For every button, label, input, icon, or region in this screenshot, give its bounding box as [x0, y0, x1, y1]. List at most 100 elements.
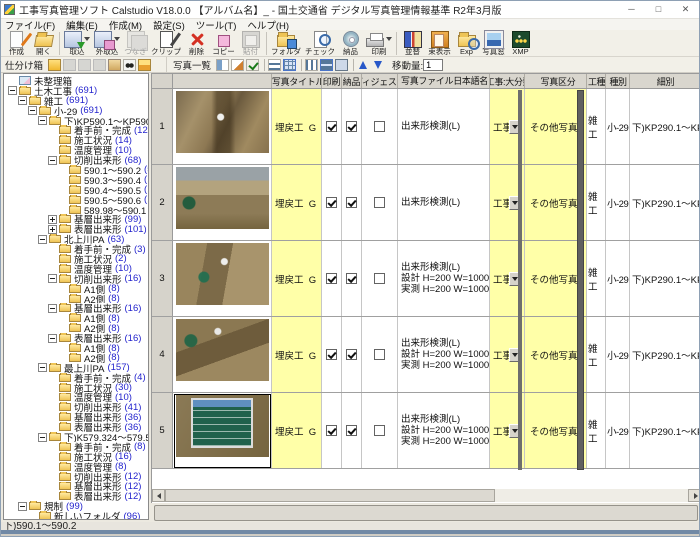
tree-item[interactable]: 北上川PA(63): [6, 234, 148, 244]
koushu-cell[interactable]: 雑工: [587, 393, 606, 468]
tree-item[interactable]: 着手前・完成(12): [6, 125, 148, 135]
collapse-icon[interactable]: [38, 433, 47, 442]
sort-button[interactable]: 並替: [399, 30, 426, 56]
import-button[interactable]: 取込: [62, 30, 92, 56]
shubetsu-cell[interactable]: 小-29: [606, 317, 630, 392]
tree-item[interactable]: 590.3～590.4(18): [6, 175, 148, 185]
filename-cell[interactable]: 出来形検測(L)設計 H=200 W=1000実測 H=200 W=1000: [398, 393, 490, 468]
collapse-icon[interactable]: [18, 502, 27, 511]
saibetsu-cell[interactable]: 下)KP290.1～KP290: [630, 165, 700, 240]
photo-list-icon[interactable]: [216, 59, 229, 71]
sort-az-icon[interactable]: [268, 59, 281, 71]
deliver-checkbox[interactable]: [346, 121, 357, 132]
move-up-icon[interactable]: [357, 59, 370, 71]
scrollbar-track[interactable]: [165, 489, 688, 502]
koushu-cell[interactable]: 雑工: [587, 89, 606, 164]
tree-item[interactable]: 最上川PA(157): [6, 363, 148, 373]
shubetsu-cell[interactable]: 小-29: [606, 165, 630, 240]
exp-button[interactable]: Exp: [453, 30, 480, 56]
tree-item[interactable]: A1側(8): [6, 313, 148, 323]
digest-checkbox[interactable]: [374, 425, 385, 436]
tree-item[interactable]: 切削出来形(41): [6, 402, 148, 412]
row-number[interactable]: 5: [152, 393, 173, 468]
tree-item[interactable]: A2側(8): [6, 323, 148, 333]
horizontal-scrollbar[interactable]: [152, 489, 700, 502]
sort-box-icon[interactable]: [138, 59, 151, 71]
ext-import-button[interactable]: 外取込: [92, 30, 122, 56]
check-button[interactable]: チェック: [303, 30, 337, 56]
tree-item[interactable]: 590.5～590.6(18): [6, 195, 148, 205]
tree-item[interactable]: 590.1～590.2(5): [6, 165, 148, 175]
deliver-button[interactable]: 納品: [337, 30, 364, 56]
tree-item[interactable]: 着手前・完成(8): [6, 442, 148, 452]
collapse-icon[interactable]: [8, 86, 17, 95]
koushu-cell[interactable]: 雑工: [587, 165, 606, 240]
saibetsu-cell[interactable]: 下)KP290.1～KP290: [630, 241, 700, 316]
dropdown-arrow-icon[interactable]: [84, 37, 90, 41]
tree-item[interactable]: 着手前・完成(3): [6, 244, 148, 254]
photo-title-cell[interactable]: 埋戻工 G: [272, 241, 322, 316]
shubetsu-cell[interactable]: 小-29: [606, 393, 630, 468]
filename-cell[interactable]: 出来形検測(L)設計 H=200 W=1000実測 H=200 W=1000: [398, 241, 490, 316]
check-photo-icon[interactable]: [246, 59, 259, 71]
tile-view-icon[interactable]: [320, 59, 333, 71]
tree-item[interactable]: 表層出来形(101): [6, 224, 148, 234]
photo-window-button[interactable]: 写真窓: [480, 30, 507, 56]
copy-button[interactable]: コピー: [210, 30, 237, 56]
tree-item[interactable]: A2側(8): [6, 294, 148, 304]
print-checkbox[interactable]: [326, 349, 337, 360]
collapse-icon[interactable]: [18, 96, 27, 105]
tree-item[interactable]: A1側(8): [6, 284, 148, 294]
deliver-checkbox[interactable]: [346, 425, 357, 436]
tree-item[interactable]: 切削出来形(16): [6, 274, 148, 284]
collapse-icon[interactable]: [38, 363, 47, 372]
collapse-icon[interactable]: [48, 156, 57, 165]
deliver-checkbox[interactable]: [346, 197, 357, 208]
tree-item[interactable]: 基層出来形(99): [6, 214, 148, 224]
tree-item[interactable]: 雑工(691): [6, 96, 148, 106]
list-view-icon[interactable]: [305, 59, 318, 71]
collapse-icon[interactable]: [48, 334, 57, 343]
tree-item[interactable]: 温度管理(10): [6, 264, 148, 274]
collapse-icon[interactable]: [38, 116, 47, 125]
folder-button[interactable]: フォルダ: [269, 30, 303, 56]
scrollbar-thumb[interactable]: [165, 489, 495, 502]
photo-thumbnail[interactable]: [176, 167, 269, 229]
print-checkbox[interactable]: [326, 273, 337, 284]
photo-title-cell[interactable]: 埋戻工 G: [272, 89, 322, 164]
filename-cell[interactable]: 出来形検測(L): [398, 89, 490, 164]
tree-item[interactable]: 基層出来形(12): [6, 482, 148, 492]
minimize-button[interactable]: ─: [618, 1, 645, 18]
row-number[interactable]: 3: [152, 241, 173, 316]
tree-item[interactable]: 施工状況(14): [6, 135, 148, 145]
tree-item[interactable]: 589.98～590.1(9): [6, 205, 148, 215]
open-box-icon[interactable]: [108, 59, 121, 71]
edit-photo-icon[interactable]: [231, 59, 244, 71]
tree-item[interactable]: A2側(8): [6, 353, 148, 363]
print-button[interactable]: 印刷: [364, 30, 394, 56]
deliver-checkbox[interactable]: [346, 349, 357, 360]
monitor-view-icon[interactable]: [335, 59, 348, 71]
tree-item[interactable]: 新しいフォルダ(96): [6, 511, 148, 520]
tree-item[interactable]: 温度管理(8): [6, 462, 148, 472]
print-checkbox[interactable]: [326, 425, 337, 436]
photo-thumbnail[interactable]: [176, 395, 269, 457]
tree-item[interactable]: 表層出来形(36): [6, 422, 148, 432]
tree-item[interactable]: 下)KP590.1～KP590.6(3): [6, 116, 148, 126]
row-number[interactable]: 4: [152, 317, 173, 392]
shubetsu-cell[interactable]: 小-29: [606, 241, 630, 316]
tree-item[interactable]: 規制(99): [6, 501, 148, 511]
tree-item[interactable]: 施工状況(2): [6, 254, 148, 264]
deliver-checkbox[interactable]: [346, 273, 357, 284]
collapse-icon[interactable]: [28, 106, 37, 115]
tree-item[interactable]: 下)K579.324～579.524(): [6, 432, 148, 442]
scroll-left-button[interactable]: [152, 489, 165, 502]
collapse-icon[interactable]: [48, 274, 57, 283]
tree-item[interactable]: 基層出来形(16): [6, 303, 148, 313]
koushu-cell[interactable]: 雑工: [587, 317, 606, 392]
tree-item[interactable]: 表層出来形(12): [6, 491, 148, 501]
move-amount-input[interactable]: [423, 59, 443, 71]
tree-item[interactable]: 基層出来形(36): [6, 412, 148, 422]
print-checkbox[interactable]: [326, 121, 337, 132]
shubetsu-cell[interactable]: 小-29: [606, 89, 630, 164]
